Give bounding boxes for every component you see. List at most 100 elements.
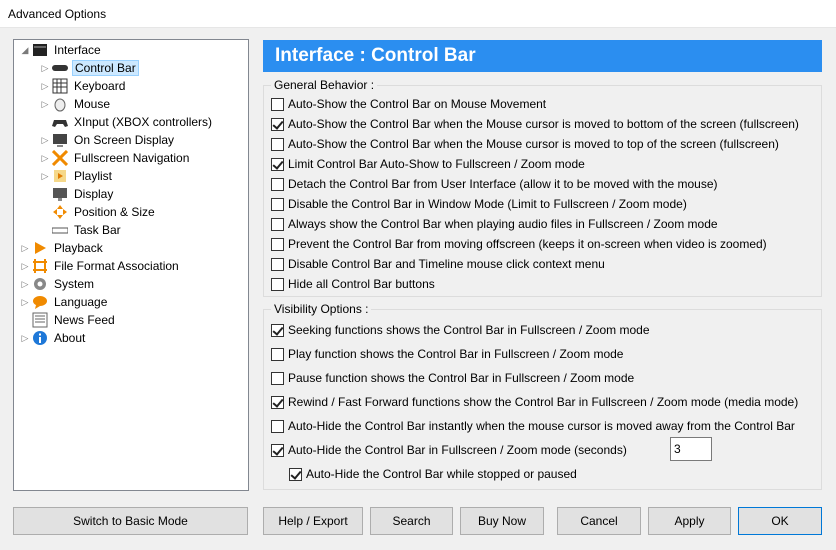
option-row[interactable]: Seeking functions shows the Control Bar … (271, 322, 650, 338)
tree-item-mouse[interactable]: ▷ Mouse (40, 95, 112, 113)
chevron-right-icon[interactable] (40, 185, 50, 203)
tree-item-control-bar[interactable]: ▷ Control Bar (40, 59, 139, 77)
option-row[interactable]: Hide all Control Bar buttons (271, 276, 435, 292)
tree-item-about[interactable]: ▷ About (20, 329, 87, 347)
option-label: Auto-Hide the Control Bar while stopped … (306, 467, 577, 481)
cancel-button[interactable]: Cancel (557, 507, 641, 535)
option-row[interactable]: Disable Control Bar and Timeline mouse c… (271, 256, 605, 272)
checkbox[interactable] (271, 371, 284, 385)
osd-icon (52, 132, 68, 148)
checkbox[interactable] (271, 157, 284, 171)
checkbox[interactable] (271, 177, 284, 191)
tree-item-keyboard[interactable]: ▷ Keyboard (40, 77, 127, 95)
tree-item-news-feed[interactable]: News Feed (20, 311, 117, 329)
chevron-right-icon[interactable] (20, 311, 30, 329)
tree-item-label: On Screen Display (74, 133, 175, 147)
tree-item-interface[interactable]: ◢ Interface (20, 41, 103, 59)
option-row[interactable]: Auto-Show the Control Bar on Mouse Movem… (271, 96, 546, 112)
checkbox[interactable] (289, 467, 302, 481)
buy-now-button[interactable]: Buy Now (460, 507, 544, 535)
tree-item-label: Control Bar (72, 60, 139, 76)
option-label: Seeking functions shows the Control Bar … (288, 323, 650, 337)
option-row[interactable]: Auto-Show the Control Bar when the Mouse… (271, 116, 799, 132)
switch-basic-mode-button[interactable]: Switch to Basic Mode (13, 507, 248, 535)
option-row[interactable]: Auto-Hide the Control Bar instantly when… (271, 418, 795, 434)
checkbox[interactable] (271, 419, 284, 433)
tree-item-xinput[interactable]: XInput (XBOX controllers) (40, 113, 214, 131)
option-row[interactable]: Detach the Control Bar from User Interfa… (271, 176, 718, 192)
checkbox[interactable] (271, 443, 284, 457)
checkbox[interactable] (271, 237, 284, 251)
display-icon (52, 186, 68, 202)
chevron-right-icon[interactable] (40, 203, 50, 221)
option-row[interactable]: Disable the Control Bar in Window Mode (… (271, 196, 687, 212)
option-label: Pause function shows the Control Bar in … (288, 371, 635, 385)
tree-item-language[interactable]: ▷ Language (20, 293, 109, 311)
option-row[interactable]: Play function shows the Control Bar in F… (271, 346, 623, 362)
option-row[interactable]: Auto-Show the Control Bar when the Mouse… (271, 136, 779, 152)
chevron-right-icon[interactable]: ▷ (20, 329, 30, 347)
keyboard-icon (52, 78, 68, 94)
tree-item-playlist[interactable]: ▷ Playlist (40, 167, 114, 185)
checkbox[interactable] (271, 97, 284, 111)
checkbox[interactable] (271, 257, 284, 271)
tree-item-fullscreen-navigation[interactable]: ▷ Fullscreen Navigation (40, 149, 191, 167)
chevron-down-icon[interactable]: ◢ (20, 41, 30, 59)
tree-item-osd[interactable]: ▷ On Screen Display (40, 131, 176, 149)
tree-item-position-size[interactable]: Position & Size (40, 203, 157, 221)
tree-item-label: About (54, 331, 86, 345)
tree-item-file-format[interactable]: ▷ File Format Association (20, 257, 181, 275)
option-row[interactable]: Auto-Hide the Control Bar while stopped … (289, 466, 577, 482)
tree-item-display[interactable]: Display (40, 185, 115, 203)
checkbox[interactable] (271, 395, 284, 409)
tree-item-task-bar[interactable]: Task Bar (40, 221, 123, 239)
option-label: Auto-Show the Control Bar when the Mouse… (288, 117, 799, 131)
option-row[interactable]: Limit Control Bar Auto-Show to Fullscree… (271, 156, 585, 172)
checkbox[interactable] (271, 197, 284, 211)
chevron-right-icon[interactable]: ▷ (20, 239, 30, 257)
chevron-right-icon[interactable]: ▷ (40, 59, 50, 77)
checkbox[interactable] (271, 347, 284, 361)
tree-item-system[interactable]: ▷ System (20, 275, 96, 293)
chevron-right-icon[interactable]: ▷ (40, 149, 50, 167)
auto-hide-seconds-input[interactable]: 3 (670, 437, 712, 461)
control-bar-icon (52, 60, 68, 76)
chevron-right-icon[interactable] (40, 113, 50, 131)
apply-button[interactable]: Apply (648, 507, 731, 535)
chevron-right-icon[interactable]: ▷ (20, 293, 30, 311)
ok-button[interactable]: OK (738, 507, 822, 535)
tree-item-label: Keyboard (74, 79, 126, 93)
chevron-right-icon[interactable]: ▷ (40, 77, 50, 95)
tree-item-playback[interactable]: ▷ Playback (20, 239, 105, 257)
help-export-button[interactable]: Help / Export (263, 507, 363, 535)
option-row[interactable]: Pause function shows the Control Bar in … (271, 370, 634, 386)
chevron-right-icon[interactable]: ▷ (40, 167, 50, 185)
tree-item-label: Task Bar (74, 223, 121, 237)
checkbox[interactable] (271, 323, 284, 337)
chevron-right-icon[interactable]: ▷ (20, 257, 30, 275)
tree-item-label: Fullscreen Navigation (74, 151, 190, 165)
chevron-right-icon[interactable] (40, 221, 50, 239)
chevron-right-icon[interactable]: ▷ (40, 131, 50, 149)
playlist-icon (52, 168, 68, 184)
gamepad-icon (52, 114, 68, 130)
option-label: Disable the Control Bar in Window Mode (… (288, 197, 687, 211)
tree-item-label: News Feed (54, 313, 115, 327)
option-row[interactable]: Always show the Control Bar when playing… (271, 216, 718, 232)
tree-item-label: Interface (54, 43, 101, 57)
option-row[interactable]: Prevent the Control Bar from moving offs… (271, 236, 767, 252)
option-label: Always show the Control Bar when playing… (288, 217, 718, 231)
checkbox[interactable] (271, 277, 284, 291)
chevron-right-icon[interactable]: ▷ (40, 95, 50, 113)
checkbox[interactable] (271, 137, 284, 151)
options-tree[interactable]: ◢ Interface ▷ Control Bar ▷ Keyboard ▷ M… (13, 39, 249, 491)
option-row[interactable]: Rewind / Fast Forward functions show the… (271, 394, 798, 410)
search-button[interactable]: Search (370, 507, 453, 535)
checkbox[interactable] (271, 117, 284, 131)
tree-item-label: Language (54, 295, 108, 309)
checkbox[interactable] (271, 217, 284, 231)
gear-icon (32, 276, 48, 292)
fullscreen-icon (51, 149, 69, 167)
chevron-right-icon[interactable]: ▷ (20, 275, 30, 293)
option-row[interactable]: Auto-Hide the Control Bar in Fullscreen … (271, 442, 627, 458)
